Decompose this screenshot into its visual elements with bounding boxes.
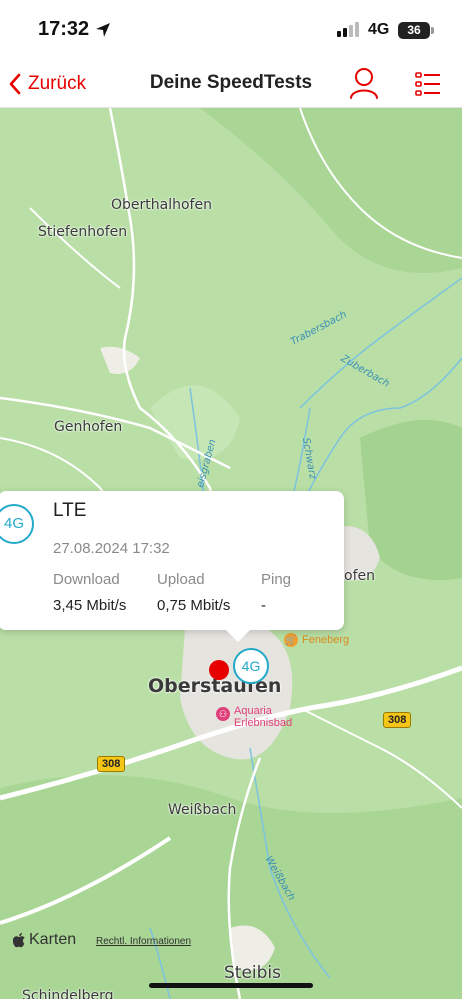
road-shield: 308 [97, 756, 126, 772]
shopping-cart-icon: 🛒 [284, 633, 298, 647]
status-time: 17:32 [38, 18, 90, 40]
apple-logo-icon [13, 932, 25, 948]
network-badge: 4G [0, 504, 34, 544]
network-type: 4G [368, 21, 390, 38]
poi-label: Aquaria Erlebnisbad [234, 705, 292, 729]
location-arrow-icon [96, 23, 110, 37]
poi-feneberg[interactable]: 🛒 Feneberg [284, 633, 349, 647]
upload-label: Upload [157, 571, 205, 588]
maps-brand-label: Karten [29, 931, 77, 948]
legal-info-link[interactable]: Rechtl. Informationen [96, 936, 191, 947]
place-label: Genhofen [54, 419, 123, 435]
speedtest-marker[interactable]: 4G [233, 648, 269, 684]
download-value: 3,45 Mbit/s [53, 597, 127, 614]
ping-value: - [261, 597, 266, 614]
place-label: Steibis [224, 963, 282, 983]
home-indicator[interactable] [149, 983, 313, 988]
card-pointer [224, 628, 252, 642]
apple-maps-logo: Karten [13, 931, 76, 949]
battery-cap [431, 27, 434, 34]
test-datetime: 27.08.2024 17:32 [53, 540, 170, 557]
signal-bars-icon [337, 22, 359, 37]
battery-indicator: 36 [398, 22, 430, 39]
ping-label: Ping [261, 571, 292, 588]
poi-label-line2: Erlebnisbad [234, 717, 293, 729]
place-label: Oberthalhofen [111, 197, 212, 213]
navigation-header: Zurück Deine SpeedTests [0, 62, 462, 108]
place-label: ofen [344, 568, 375, 584]
connection-type: LTE [53, 500, 87, 521]
poi-label: Feneberg [302, 634, 350, 646]
page-title: Deine SpeedTests [149, 72, 313, 93]
download-label: Download [53, 571, 120, 588]
poi-label-line1: Aquaria [234, 705, 272, 717]
status-bar: 17:32 4G 36 [0, 0, 462, 62]
pool-icon: ⚇ [216, 707, 230, 721]
place-label: Schindelberg [22, 988, 114, 999]
place-label: Weißbach [168, 802, 237, 818]
list-menu-icon[interactable] [412, 68, 444, 100]
user-icon[interactable] [348, 66, 380, 100]
road-shield: 308 [383, 712, 412, 728]
upload-value: 0,75 Mbit/s [157, 597, 231, 614]
current-location-marker[interactable] [209, 660, 229, 680]
poi-aquaria[interactable]: ⚇ Aquaria Erlebnisbad [216, 705, 292, 729]
place-label: Stiefenhofen [38, 224, 128, 240]
speedtest-result-card[interactable]: 4G LTE 27.08.2024 17:32 Download 3,45 Mb… [0, 491, 344, 630]
